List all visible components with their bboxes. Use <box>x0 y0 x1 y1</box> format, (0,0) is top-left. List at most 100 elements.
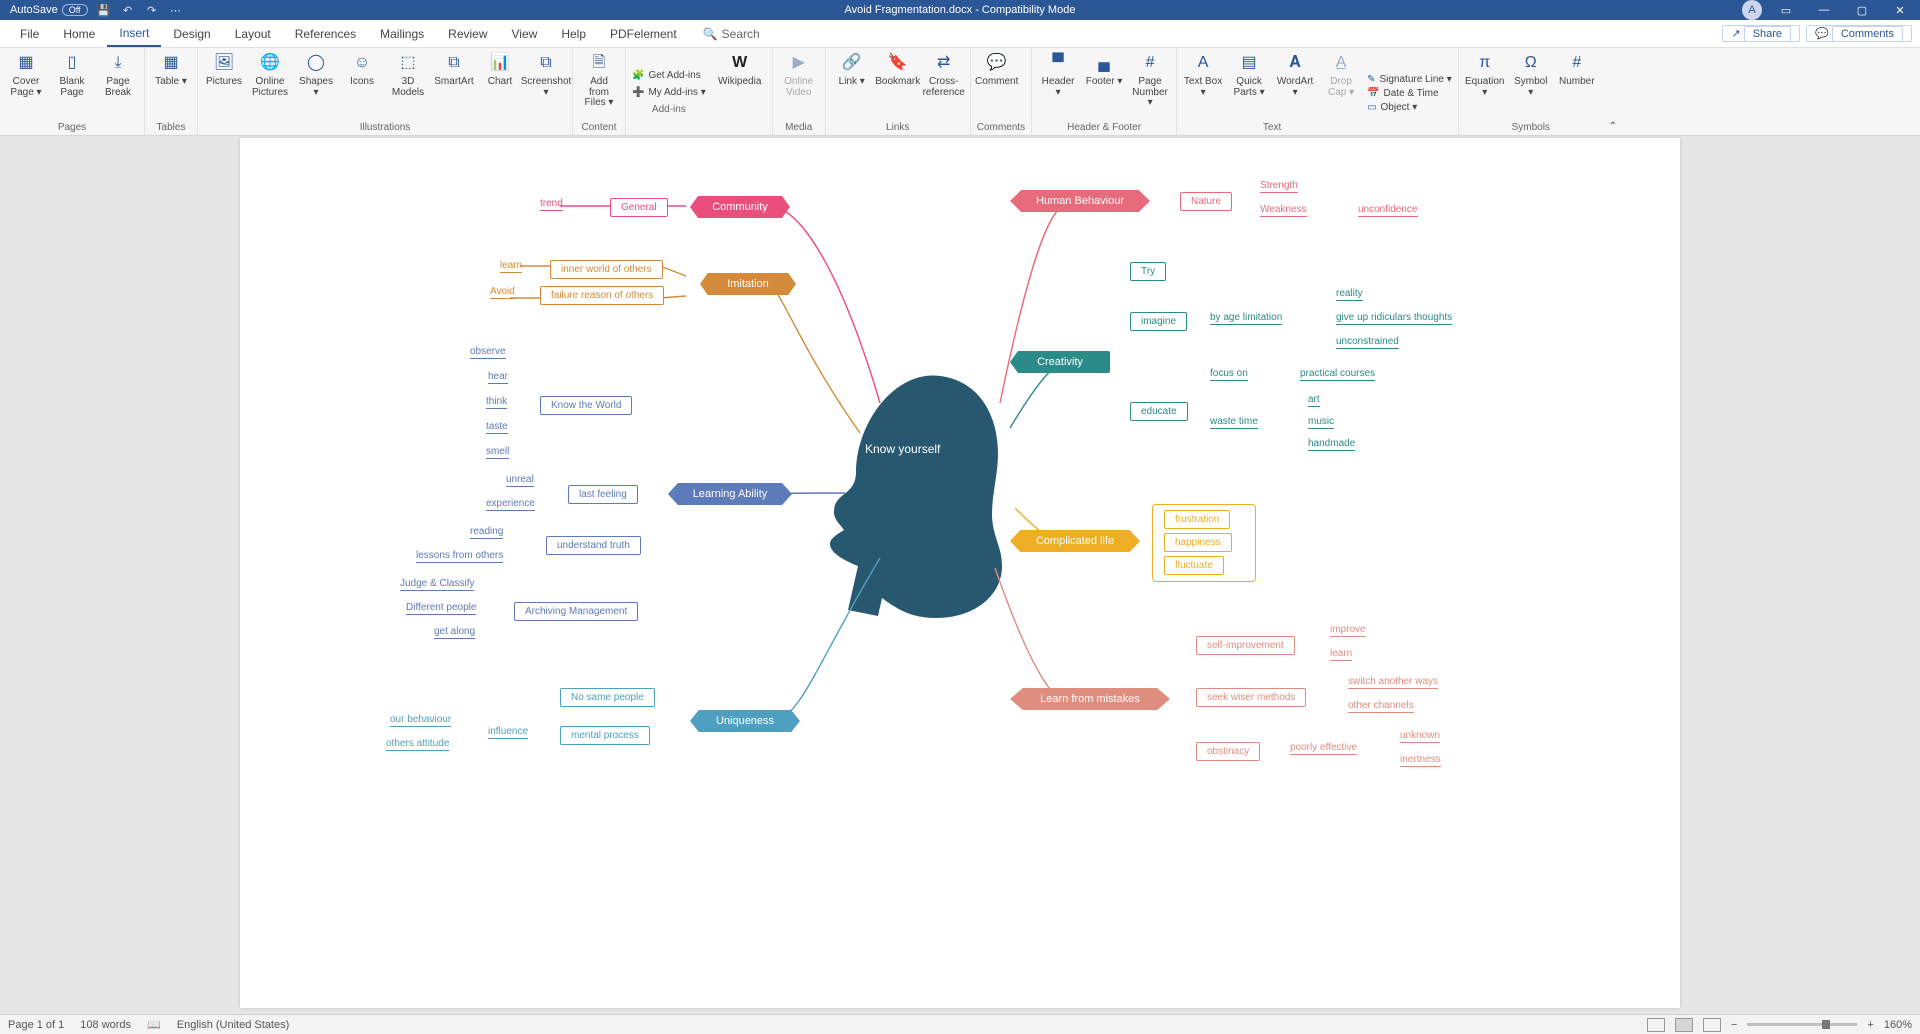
group-header-footer: ▀Header ▾ ▄Footer ▾ #Page Number ▾ Heade… <box>1032 48 1177 135</box>
close-icon[interactable]: ✕ <box>1886 0 1914 20</box>
blank-page-button[interactable]: ▯Blank Page <box>52 52 92 122</box>
maximize-icon[interactable]: ▢ <box>1848 0 1876 20</box>
node-imitation: Imitation <box>700 273 796 295</box>
drop-cap-button[interactable]: A̲Drop Cap ▾ <box>1321 52 1361 122</box>
icons-icon: ☺ <box>351 52 373 74</box>
comment-button[interactable]: 💬Comment <box>977 52 1017 122</box>
zoom-value[interactable]: 160% <box>1884 1019 1912 1031</box>
group-label: Pages <box>6 122 138 135</box>
status-words[interactable]: 108 words <box>80 1019 131 1031</box>
quick-parts-button[interactable]: ▤Quick Parts ▾ <box>1229 52 1269 122</box>
header-button[interactable]: ▀Header ▾ <box>1038 52 1078 122</box>
3d-models-button[interactable]: ⬚3D Models <box>388 52 428 122</box>
link-button[interactable]: 🔗Link ▾ <box>832 52 872 122</box>
leaf-avoid: Avoid <box>490 286 515 299</box>
qat-more-icon[interactable]: ⋯ <box>168 2 184 18</box>
minimize-icon[interactable]: — <box>1810 0 1838 20</box>
wordart-icon: 𝐀 <box>1284 52 1306 74</box>
zoom-out-button[interactable]: − <box>1731 1019 1737 1031</box>
group-label: Illustrations <box>204 122 566 135</box>
redo-icon[interactable]: ↷ <box>144 2 160 18</box>
symbol-button[interactable]: ΩSymbol ▾ <box>1511 52 1551 122</box>
smartart-button[interactable]: ⧉SmartArt <box>434 52 474 122</box>
blank-page-icon: ▯ <box>61 52 83 74</box>
wikipedia-button[interactable]: WWikipedia <box>714 52 766 135</box>
leaf-reality: reality <box>1336 288 1363 301</box>
node-nature: Nature <box>1180 192 1232 211</box>
leaf-different-people: Different people <box>406 602 476 615</box>
icons-button[interactable]: ☺Icons <box>342 52 382 122</box>
shapes-button[interactable]: ◯Shapes ▾ <box>296 52 336 122</box>
table-button[interactable]: ▦Table ▾ <box>151 52 191 122</box>
document-page: Know yourself Community General trend <box>240 138 1680 1008</box>
share-button[interactable]: ↗ Share <box>1722 25 1800 42</box>
signature-line-button[interactable]: ✎Signature Line ▾ <box>1367 74 1452 85</box>
status-language[interactable]: English (United States) <box>177 1019 290 1031</box>
comments-button[interactable]: 💬 Comments <box>1806 25 1912 42</box>
chart-icon: 📊 <box>489 52 511 74</box>
tab-review[interactable]: Review <box>436 20 499 47</box>
equation-button[interactable]: πEquation ▾ <box>1465 52 1505 122</box>
collapse-ribbon-icon[interactable]: ⌃ <box>1603 48 1623 135</box>
tab-view[interactable]: View <box>500 20 550 47</box>
tab-home[interactable]: Home <box>51 20 107 47</box>
user-avatar[interactable]: A <box>1742 0 1762 20</box>
leaf-give-up: give up ridiculars thoughts <box>1336 312 1452 325</box>
autosave-toggle[interactable]: AutoSave Off <box>10 4 88 16</box>
zoom-in-button[interactable]: + <box>1867 1019 1873 1031</box>
spellcheck-icon[interactable]: 📖 <box>147 1018 161 1031</box>
leaf-practical: practical courses <box>1300 368 1375 381</box>
online-pictures-button[interactable]: 🌐Online Pictures <box>250 52 290 122</box>
read-mode-icon[interactable] <box>1647 1018 1665 1032</box>
wikipedia-icon: W <box>729 52 751 74</box>
tab-pdfelement[interactable]: PDFelement <box>598 20 689 47</box>
leaf-lessons: lessons from others <box>416 550 503 563</box>
leaf-unconstrained: unconstrained <box>1336 336 1399 349</box>
tab-mailings[interactable]: Mailings <box>368 20 436 47</box>
cross-reference-button[interactable]: ⇄Cross-reference <box>924 52 964 122</box>
group-comments: 💬Comment Comments <box>971 48 1032 135</box>
get-addins-button[interactable]: 🧩Get Add-ins <box>632 70 706 81</box>
web-layout-icon[interactable] <box>1703 1018 1721 1032</box>
ribbon-display-icon[interactable]: ▭ <box>1772 0 1800 20</box>
wordart-button[interactable]: 𝐀WordArt ▾ <box>1275 52 1315 122</box>
screenshot-button[interactable]: ⧉Screenshot ▾ <box>526 52 566 122</box>
object-button[interactable]: ▭Object ▾ <box>1367 102 1452 113</box>
node-creativity: Creativity <box>1010 351 1110 373</box>
leaf-others-attitude: others attitude <box>386 738 449 751</box>
document-viewport[interactable]: Know yourself Community General trend <box>0 136 1920 1014</box>
tab-layout[interactable]: Layout <box>223 20 283 47</box>
zoom-slider[interactable] <box>1747 1023 1857 1026</box>
leaf-get-along: get along <box>434 626 475 639</box>
chart-button[interactable]: 📊Chart <box>480 52 520 122</box>
group-label: Tables <box>151 122 191 135</box>
bookmark-button[interactable]: 🔖Bookmark <box>878 52 918 122</box>
number-button[interactable]: #Number <box>1557 52 1597 122</box>
undo-icon[interactable]: ↶ <box>120 2 136 18</box>
tab-design[interactable]: Design <box>161 20 222 47</box>
node-seek-methods: seek wiser methods <box>1196 688 1306 707</box>
add-from-files-button[interactable]: 🗎Add from Files ▾ <box>579 52 619 122</box>
group-links: 🔗Link ▾ 🔖Bookmark ⇄Cross-reference Links <box>826 48 971 135</box>
tab-file[interactable]: File <box>8 20 51 47</box>
leaf-channels: other channels <box>1348 700 1414 713</box>
online-video-button[interactable]: ▶Online Video <box>779 52 819 122</box>
tab-references[interactable]: References <box>283 20 368 47</box>
date-time-button[interactable]: 📅Date & Time <box>1367 88 1452 99</box>
tell-me-search[interactable]: 🔍 Search <box>703 27 760 41</box>
text-box-button[interactable]: AText Box ▾ <box>1183 52 1223 122</box>
page-break-button[interactable]: ⤓Page Break <box>98 52 138 122</box>
pictures-button[interactable]: 🖼Pictures <box>204 52 244 122</box>
title-bar: AutoSave Off 💾 ↶ ↷ ⋯ Avoid Fragmentation… <box>0 0 1920 20</box>
comment-icon: 💬 <box>986 52 1008 74</box>
footer-button[interactable]: ▄Footer ▾ <box>1084 52 1124 122</box>
save-icon[interactable]: 💾 <box>96 2 112 18</box>
tab-insert[interactable]: Insert <box>107 20 161 47</box>
cover-page-button[interactable]: ▦Cover Page ▾ <box>6 52 46 122</box>
print-layout-icon[interactable] <box>1675 1018 1693 1032</box>
my-addins-button[interactable]: ➕My Add-ins ▾ <box>632 87 706 98</box>
page-number-button[interactable]: #Page Number ▾ <box>1130 52 1170 122</box>
tab-help[interactable]: Help <box>549 20 598 47</box>
leaf-learn: learn <box>500 260 522 273</box>
status-page[interactable]: Page 1 of 1 <box>8 1019 64 1031</box>
